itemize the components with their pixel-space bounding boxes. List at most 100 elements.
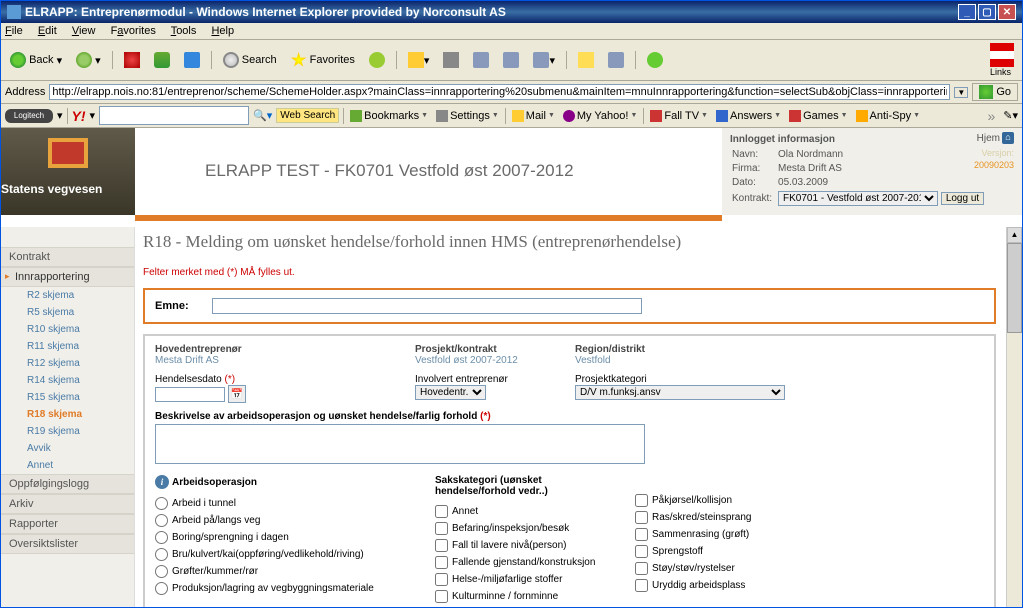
chk-helse[interactable] <box>435 573 448 586</box>
nav-r2[interactable]: R2 skjema <box>1 287 134 304</box>
chk-kulturminne[interactable] <box>435 590 448 603</box>
nav-r15[interactable]: R15 skjema <box>1 389 134 406</box>
menu-tools[interactable]: Tools <box>171 25 197 37</box>
radio-arbeid-veg[interactable] <box>155 514 168 527</box>
chk-annet[interactable] <box>435 505 448 518</box>
nav-oppfolging[interactable]: Oppfølgingslogg <box>1 474 134 494</box>
tb-btn-1[interactable] <box>498 49 524 71</box>
window-minimize-button[interactable]: _ <box>958 4 976 20</box>
chk-fallende[interactable] <box>435 556 448 569</box>
scroll-up-button[interactable]: ▲ <box>1007 227 1022 243</box>
nav-oversikt[interactable]: Oversiktslister <box>1 534 134 554</box>
logitech-logo[interactable]: Logitech <box>5 109 53 123</box>
menu-help[interactable]: Help <box>211 25 234 37</box>
version-value: 20090203 <box>974 160 1014 170</box>
menu-edit[interactable]: Edit <box>38 25 57 37</box>
prosjektkategori-select[interactable]: D/V m.funksj.ansv <box>575 385 785 400</box>
web-search-button[interactable]: Web Search <box>276 108 339 123</box>
messenger-button[interactable] <box>642 49 668 71</box>
nav-avvik[interactable]: Avvik <box>1 440 134 457</box>
required-note: Felter merket med (*) MÅ fylles ut. <box>143 267 996 278</box>
nav-arkiv[interactable]: Arkiv <box>1 494 134 514</box>
chk-befaring[interactable] <box>435 522 448 535</box>
stop-button[interactable] <box>119 49 145 71</box>
calendar-button[interactable]: 📅 <box>228 385 246 403</box>
hoved-value: Mesta Drift AS <box>155 355 385 366</box>
hjem-link[interactable]: Hjem⌂ <box>977 132 1014 144</box>
back-button[interactable]: Back ▾ <box>5 49 67 71</box>
scroll-thumb[interactable] <box>1007 243 1022 333</box>
details-box: HovedentreprenørMesta Drift AS Prosjekt/… <box>143 334 996 607</box>
links-label[interactable]: Links <box>990 43 1018 77</box>
antispy-button[interactable]: Anti-Spy▼ <box>854 109 923 123</box>
print-button[interactable] <box>438 49 464 71</box>
chk-stoy[interactable] <box>635 562 648 575</box>
emne-box: Emne: <box>143 288 996 324</box>
nav-r11[interactable]: R11 skjema <box>1 338 134 355</box>
nav-r5[interactable]: R5 skjema <box>1 304 134 321</box>
radio-produksjon[interactable] <box>155 582 168 595</box>
menu-view[interactable]: View <box>72 25 96 37</box>
hendelsesdato-input[interactable] <box>155 387 225 402</box>
chk-uryddig[interactable] <box>635 579 648 592</box>
myyahoo-button[interactable]: My Yahoo!▼ <box>561 109 640 123</box>
radio-boring[interactable] <box>155 531 168 544</box>
chk-sprengstoff[interactable] <box>635 545 648 558</box>
loggut-button[interactable]: Logg ut <box>941 192 984 205</box>
window-close-button[interactable]: ✕ <box>998 4 1016 20</box>
tb-btn-2[interactable]: ▾ <box>528 49 560 71</box>
nav-kontrakt[interactable]: Kontrakt <box>1 247 134 267</box>
nav-r10[interactable]: R10 skjema <box>1 321 134 338</box>
chk-fall[interactable] <box>435 539 448 552</box>
radio-arbeid-tunnel[interactable] <box>155 497 168 510</box>
go-button[interactable]: Go <box>972 83 1018 101</box>
edit-button[interactable] <box>468 49 494 71</box>
nav-annet[interactable]: Annet <box>1 457 134 474</box>
menu-favorites[interactable]: Favorites <box>111 25 156 37</box>
yahoo-logo[interactable]: Y! <box>72 108 86 124</box>
involvert-select[interactable]: Hovedentr. <box>415 385 486 400</box>
radio-bru[interactable] <box>155 548 168 561</box>
info-icon[interactable]: i <box>155 475 169 489</box>
pencil-icon[interactable]: ✎▾ <box>1003 109 1018 122</box>
nav-rapporter[interactable]: Rapporter <box>1 514 134 534</box>
games-button[interactable]: Games▼ <box>787 109 849 123</box>
falltv-button[interactable]: Fall TV▼ <box>648 109 710 123</box>
mail-tb-button[interactable]: Mail▼ <box>510 109 557 123</box>
answers-button[interactable]: Answers▼ <box>714 109 783 123</box>
yahoo-toolbar: Logitech▾ Y!▾ 🔍▾ Web Search Bookmarks▼ S… <box>1 104 1022 128</box>
radio-grofter[interactable] <box>155 565 168 578</box>
history-button[interactable] <box>364 49 390 71</box>
nav-r19[interactable]: R19 skjema <box>1 423 134 440</box>
tb-btn-3[interactable] <box>603 49 629 71</box>
nav-r14[interactable]: R14 skjema <box>1 372 134 389</box>
address-dropdown[interactable]: ▼ <box>954 87 968 98</box>
refresh-button[interactable] <box>149 49 175 71</box>
answers-icon <box>716 110 728 122</box>
window-maximize-button[interactable]: ▢ <box>978 4 996 20</box>
settings-button[interactable]: Settings▼ <box>434 109 501 123</box>
nav-r12[interactable]: R12 skjema <box>1 355 134 372</box>
home-button[interactable] <box>179 49 205 71</box>
chk-ras[interactable] <box>635 511 648 524</box>
forward-button[interactable]: ▾ <box>71 49 106 71</box>
search-button[interactable]: Search <box>218 49 282 71</box>
hjem-icon: ⌂ <box>1002 132 1014 144</box>
folder-button[interactable] <box>573 49 599 71</box>
scrollbar[interactable]: ▲ <box>1006 227 1022 607</box>
version-label: Versjon: <box>981 148 1014 158</box>
beskrivelse-textarea[interactable] <box>155 424 645 464</box>
emne-input[interactable] <box>212 298 642 314</box>
chk-sammenrasing[interactable] <box>635 528 648 541</box>
mail-button[interactable]: ▾ <box>403 49 435 71</box>
kontrakt-select[interactable]: FK0701 - Vestfold øst 2007-2012 <box>778 191 938 206</box>
address-input[interactable] <box>49 84 950 100</box>
chk-pakjorsel[interactable] <box>635 494 648 507</box>
yahoo-search-input[interactable] <box>99 106 249 125</box>
nav-r18[interactable]: R18 skjema <box>1 406 134 423</box>
bookmarks-button[interactable]: Bookmarks▼ <box>348 109 430 123</box>
favorites-button[interactable]: Favorites <box>286 49 360 71</box>
search-glass-icon[interactable]: 🔍▾ <box>253 109 272 122</box>
nav-innrapportering[interactable]: Innrapportering <box>1 267 134 287</box>
menu-file[interactable]: File <box>5 25 23 37</box>
